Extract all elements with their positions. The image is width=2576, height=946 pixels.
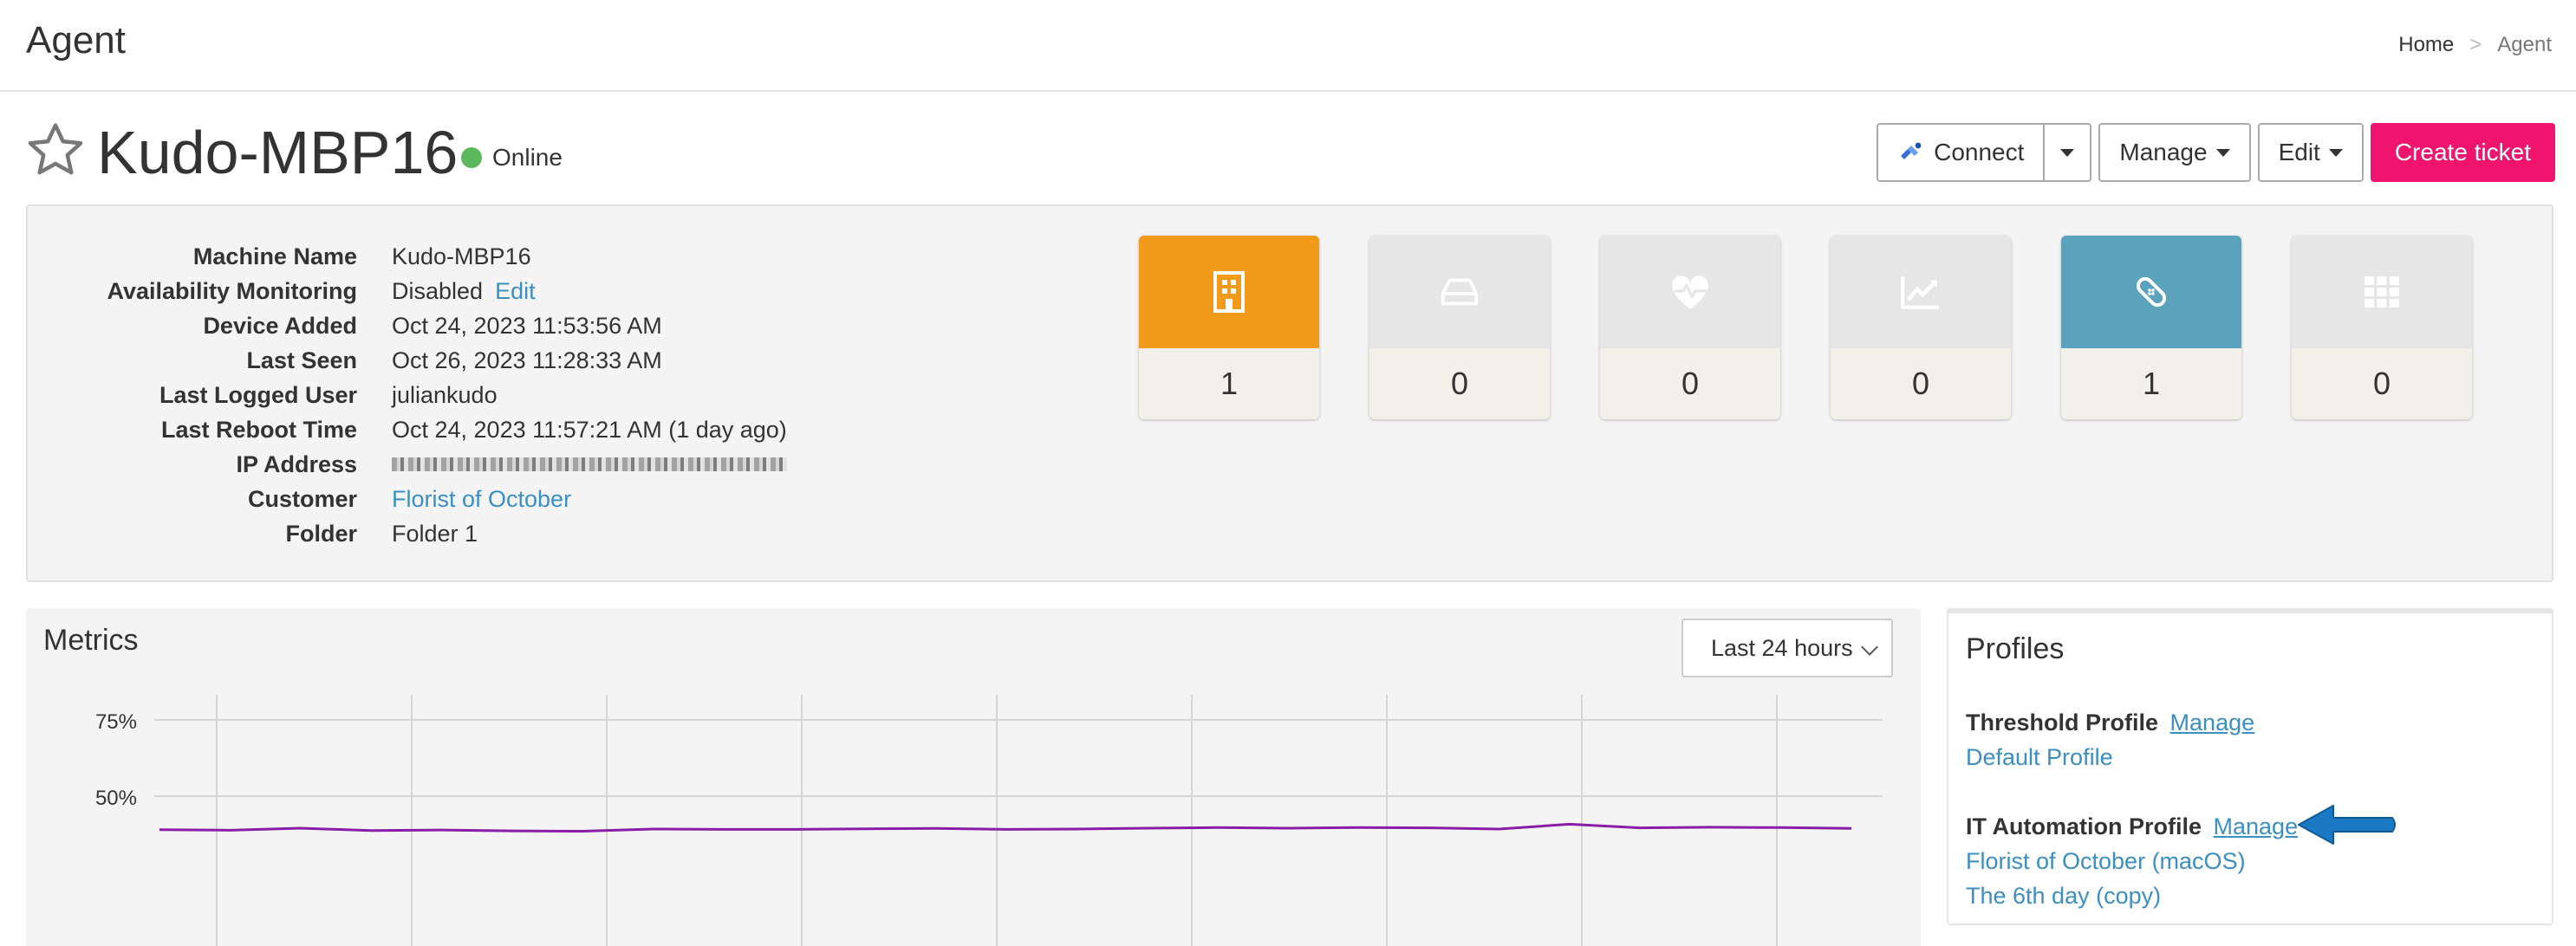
info-label: Customer — [247, 485, 357, 512]
create-ticket-button[interactable]: Create ticket — [2370, 123, 2555, 182]
tile-hard-drive[interactable]: 0 — [1369, 236, 1550, 419]
manage-dropdown-button[interactable]: Manage — [2098, 123, 2251, 182]
info-label: Device Added — [203, 312, 357, 339]
connect-button[interactable]: Connect — [1877, 123, 2046, 182]
chevron-down-icon — [1861, 638, 1878, 656]
device-info-panel: Machine Name Kudo-MBP16 Availability Mon… — [26, 204, 2553, 582]
trend-chart-icon — [1901, 276, 1939, 309]
connect-label: Connect — [1934, 139, 2025, 165]
edit-dropdown-button[interactable]: Edit — [2257, 123, 2364, 182]
info-row-machine-name: Machine Name Kudo-MBP16 — [28, 239, 787, 274]
threshold-profile-heading: Threshold Profile Manage — [1966, 705, 2254, 740]
info-row-device-added: Device Added Oct 24, 2023 11:53:56 AM — [28, 308, 787, 343]
automation-profile-item[interactable]: The 6th day (copy) — [1966, 883, 2161, 909]
y-tick-label: 50% — [95, 787, 137, 810]
automation-profile-item[interactable]: Florist of October (macOS) — [1966, 848, 2246, 874]
info-label: IP Address — [236, 450, 357, 477]
tile-health[interactable]: 0 — [1600, 236, 1780, 419]
info-value: Oct 26, 2023 11:28:33 AM — [392, 347, 662, 373]
heart-pulse-icon — [1672, 275, 1708, 309]
building-icon — [1213, 271, 1245, 313]
y-tick-label: 75% — [95, 710, 137, 734]
info-row-last-logged-user: Last Logged User juliankudo — [28, 378, 787, 412]
connect-button-group: Connect — [1877, 123, 2092, 182]
breadcrumb-separator: > — [2469, 33, 2482, 56]
tile-count: 1 — [1139, 348, 1319, 419]
threshold-manage-link[interactable]: Manage — [2170, 710, 2255, 735]
info-label: Folder — [285, 520, 357, 547]
info-label: Last Logged User — [159, 381, 357, 408]
info-label: Availability Monitoring — [107, 277, 357, 304]
info-value: Folder 1 — [392, 520, 478, 547]
info-value: Oct 24, 2023 11:53:56 AM — [392, 312, 662, 339]
redacted-ip-value — [392, 457, 787, 471]
threshold-profile-item[interactable]: Default Profile — [1966, 744, 2113, 770]
caret-down-icon — [2215, 148, 2230, 157]
info-row-last-reboot: Last Reboot Time Oct 24, 2023 11:57:21 A… — [28, 412, 787, 447]
series-line — [159, 822, 1852, 833]
info-label: Last Reboot Time — [160, 416, 357, 443]
time-range-value: Last 24 hours — [1711, 634, 1853, 661]
caret-down-icon — [2328, 148, 2343, 157]
breadcrumb-current: Agent — [2497, 33, 2552, 56]
availability-edit-link[interactable]: Edit — [495, 278, 536, 305]
tile-patch[interactable]: 1 — [2061, 236, 2241, 419]
threshold-profile-group: Threshold Profile Manage Default Profile — [1966, 705, 2254, 774]
edit-label: Edit — [2278, 139, 2320, 165]
status-dot-icon — [461, 147, 482, 168]
customer-link[interactable]: Florist of October — [392, 486, 571, 513]
threshold-profile-label: Threshold Profile — [1966, 710, 2159, 735]
info-value: Kudo-MBP16 — [392, 243, 531, 269]
automation-profile-heading: IT Automation Profile Manage — [1966, 809, 2298, 844]
remote-connect-icon — [1901, 142, 1922, 159]
breadcrumb-home[interactable]: Home — [2398, 33, 2454, 57]
tile-apps[interactable]: 0 — [2292, 236, 2472, 419]
toolbar: Connect Manage Edit Create ticket — [1877, 123, 2555, 182]
device-name-heading: Kudo-MBP16 — [97, 119, 459, 186]
info-row-folder: Folder Folder 1 — [28, 516, 787, 551]
breadcrumb: Home > Agent — [2398, 33, 2552, 57]
tile-building[interactable]: 1 — [1139, 236, 1319, 419]
time-range-select[interactable]: Last 24 hours — [1682, 619, 1893, 677]
summary-tiles: 1 0 0 0 1 0 — [1139, 236, 2472, 419]
info-row-ip-address: IP Address — [28, 447, 787, 482]
connect-dropdown-toggle[interactable] — [2045, 123, 2092, 182]
info-label: Last Seen — [246, 347, 357, 373]
app-title: Agent — [26, 19, 126, 62]
metrics-title: Metrics — [43, 624, 139, 657]
tile-count: 1 — [2061, 348, 2241, 419]
metrics-panel: Metrics Last 24 hours 100%75%50% — [26, 608, 1921, 946]
info-value: Oct 24, 2023 11:57:21 AM (1 day ago) — [392, 416, 787, 443]
top-bar: Agent Home > Agent — [0, 0, 2576, 92]
info-value: juliankudo — [392, 381, 498, 408]
profiles-panel: Profiles Threshold Profile Manage Defaul… — [1947, 608, 2553, 925]
hard-drive-icon — [1441, 278, 1479, 306]
info-label: Machine Name — [192, 243, 357, 269]
automation-manage-link[interactable]: Manage — [2214, 813, 2299, 839]
info-row-last-seen: Last Seen Oct 26, 2023 11:28:33 AM — [28, 343, 787, 378]
tile-count: 0 — [1369, 348, 1550, 419]
status-label: Online — [492, 144, 563, 171]
tile-count: 0 — [1831, 348, 2011, 419]
device-info-table: Machine Name Kudo-MBP16 Availability Mon… — [28, 239, 787, 551]
info-row-availability: Availability Monitoring Disabled Edit — [28, 274, 787, 308]
info-value: Disabled — [392, 277, 484, 304]
tile-count: 0 — [1600, 348, 1780, 419]
grid-icon — [2365, 276, 2399, 308]
info-row-customer: Customer Florist of October — [28, 482, 787, 516]
automation-profile-label: IT Automation Profile — [1966, 813, 2202, 839]
tile-count: 0 — [2292, 348, 2472, 419]
favorite-star-icon[interactable] — [24, 120, 87, 182]
bandage-icon — [2136, 276, 2167, 308]
metrics-line-chart: 100%75%50% — [95, 695, 1883, 946]
device-status: Online — [461, 144, 563, 172]
pointer-arrow-icon — [2298, 805, 2396, 845]
profiles-title: Profiles — [1966, 632, 2065, 665]
tile-trend[interactable]: 0 — [1831, 236, 2011, 419]
caret-down-icon — [2060, 148, 2075, 157]
automation-profile-group: IT Automation Profile Manage Florist of … — [1966, 809, 2298, 913]
manage-label: Manage — [2119, 139, 2208, 165]
